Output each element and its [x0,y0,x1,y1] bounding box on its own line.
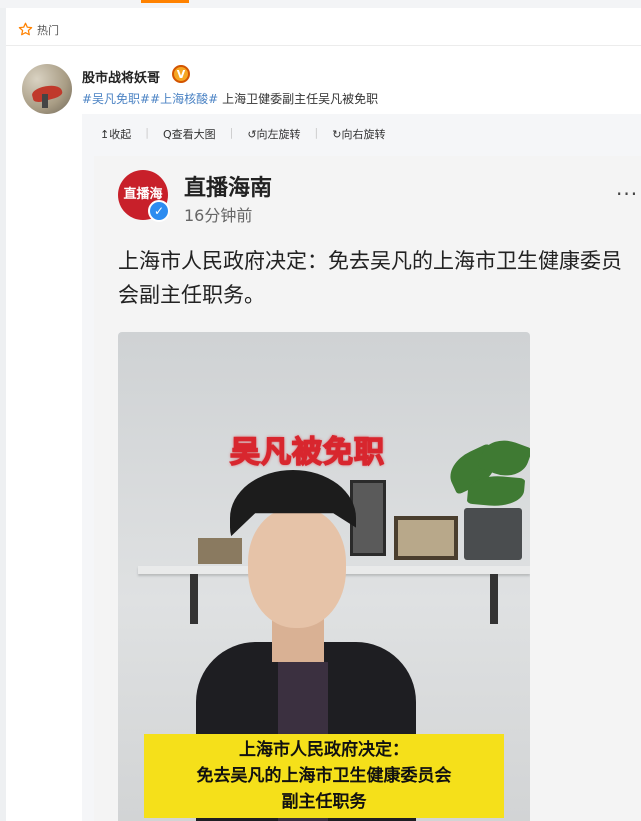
caption-line: 上海市人民政府决定： [239,740,409,760]
collapse-button[interactable]: ↥收起 [100,126,131,142]
shelf-bracket [190,574,198,624]
rotate-right-button[interactable]: ↻向右旋转 [332,126,385,142]
embedded-screenshot[interactable]: 直播海 ✓ 直播海南 16分钟前 ... 上海市人民政府决定：免去吴凡的上海市卫… [94,156,641,821]
news-photo: 吴凡被免职 上海市人民政府决定： 免去吴凡的上海市卫生健康委员会 副主任职务 [118,332,530,821]
post-body-text: 上海卫健委副主任吴凡被免职 [218,92,379,106]
feed-panel: 热门 股市战将妖哥 V #吴凡免职##上海核酸# 上海卫健委副主任吴凡被免职 ↥… [6,8,641,821]
embedded-headline: 上海市人民政府决定：免去吴凡的上海市卫生健康委员会副主任职务。 [118,249,622,307]
caption-line: 副主任职务 [281,792,367,812]
hashtag-shanghai-nucleic[interactable]: #上海核酸# [150,92,218,106]
top-strip [0,0,641,8]
divider: | [229,126,234,139]
caption-line: 免去吴凡的上海市卫生健康委员会 [196,766,452,786]
magnifier-icon: Q [162,128,172,141]
rotate-right-label: 向右旋转 [341,128,386,141]
verified-check-icon: ✓ [148,200,170,222]
hot-section-label: 热门 [37,23,59,37]
collapse-label: 收起 [109,128,132,141]
plant-pot [464,508,522,560]
rotate-left-button[interactable]: ↺向左旋转 [247,126,300,142]
shelf-item [198,538,242,564]
shelf-bracket [490,574,498,624]
avatar-figure [42,94,48,108]
photo-title: 吴凡被免职 [229,434,385,471]
view-large-button[interactable]: Q查看大图 [163,126,216,142]
more-icon: ... [616,176,639,200]
divider: | [145,126,149,139]
view-large-label: 查看大图 [171,128,216,141]
rotate-left-icon: ↺ [247,128,257,141]
divider: | [314,126,319,139]
post-text: #吴凡免职##上海核酸# 上海卫健委副主任吴凡被免职 [82,90,378,107]
avatar[interactable] [22,64,72,114]
star-icon [18,22,33,36]
image-toolbar: ↥收起 | Q查看大图 | ↺向左旋转 | ↻向右旋转 [100,126,385,142]
media-card: ↥收起 | Q查看大图 | ↺向左旋转 | ↻向右旋转 直播海 ✓ 直播海南 1… [82,114,641,821]
photo-caption: 上海市人民政府决定： 免去吴凡的上海市卫生健康委员会 副主任职务 [144,734,504,818]
source-time: 16分钟前 [184,206,253,225]
active-tab-indicator [141,0,189,3]
hot-section-header[interactable]: 热门 [6,14,641,46]
person-face [248,508,346,628]
username[interactable]: 股市战将妖哥 [82,67,160,86]
verified-badge-icon: V [172,65,190,83]
hashtag-wufan-dismissed[interactable]: #吴凡免职# [82,92,150,106]
wall-frame [394,516,458,560]
collapse-icon: ↥ [100,128,110,141]
rotate-left-label: 向左旋转 [256,128,301,141]
source-name: 直播海南 [184,176,273,201]
